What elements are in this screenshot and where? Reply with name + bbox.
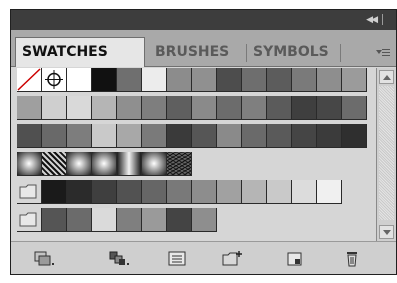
registration-swatch-icon[interactable] — [42, 68, 67, 92]
color-swatch[interactable] — [142, 68, 167, 92]
color-swatch[interactable] — [242, 180, 267, 204]
color-swatch[interactable] — [292, 68, 317, 92]
new-color-group-icon[interactable] — [221, 250, 243, 268]
color-swatch[interactable] — [217, 96, 242, 120]
color-swatch[interactable] — [167, 96, 192, 120]
scroll-down-arrow-icon[interactable] — [379, 225, 394, 239]
swatches-panel: ◀◀ SWATCHES BRUSHES SYMBOLS — [10, 9, 397, 275]
tab-brushes[interactable]: BRUSHES — [149, 38, 247, 66]
color-swatch[interactable] — [217, 124, 242, 148]
color-swatch[interactable] — [167, 208, 192, 232]
color-swatch[interactable] — [292, 180, 317, 204]
double-chevron-left-icon[interactable]: ◀◀ — [366, 15, 378, 25]
swatch-grid — [17, 68, 375, 236]
color-swatch[interactable] — [67, 124, 92, 148]
color-swatch[interactable] — [192, 96, 217, 120]
tab-swatches[interactable]: SWATCHES — [15, 37, 145, 67]
color-swatch[interactable] — [242, 68, 267, 92]
color-swatch[interactable] — [217, 68, 242, 92]
color-swatch[interactable] — [117, 68, 142, 92]
color-swatch[interactable] — [17, 124, 42, 148]
color-swatch[interactable] — [267, 124, 292, 148]
gradient-swatch[interactable] — [117, 152, 142, 176]
color-swatch[interactable] — [67, 208, 92, 232]
color-swatch[interactable] — [142, 180, 167, 204]
color-swatch[interactable] — [92, 208, 117, 232]
color-swatch[interactable] — [42, 124, 67, 148]
color-swatch[interactable] — [17, 96, 42, 120]
tab-symbols[interactable]: SYMBOLS — [247, 38, 341, 66]
color-swatch[interactable] — [92, 68, 117, 92]
color-swatch[interactable] — [42, 96, 67, 120]
tab-divider — [340, 44, 341, 62]
delete-swatch-icon[interactable] — [342, 250, 364, 268]
show-swatch-kinds-icon[interactable] — [108, 250, 130, 268]
none-swatch-icon[interactable] — [17, 68, 42, 92]
pattern-swatch[interactable] — [167, 152, 192, 176]
color-swatch[interactable] — [217, 180, 242, 204]
color-swatch[interactable] — [342, 124, 367, 148]
color-swatch[interactable] — [167, 124, 192, 148]
color-group-folder-icon[interactable] — [17, 208, 42, 232]
gradient-swatch[interactable] — [17, 152, 42, 176]
swatch-libraries-menu-icon[interactable] — [33, 250, 55, 268]
color-swatch[interactable] — [117, 208, 142, 232]
panel-title-bar[interactable]: ◀◀ — [11, 10, 396, 30]
color-swatch[interactable] — [317, 124, 342, 148]
scroll-up-arrow-icon[interactable] — [379, 70, 394, 84]
color-swatch[interactable] — [242, 124, 267, 148]
color-swatch[interactable] — [267, 96, 292, 120]
color-swatch[interactable] — [192, 124, 217, 148]
color-swatch[interactable] — [92, 180, 117, 204]
color-swatch[interactable] — [67, 180, 92, 204]
color-swatch[interactable] — [267, 68, 292, 92]
color-swatch[interactable] — [317, 68, 342, 92]
color-swatch[interactable] — [67, 68, 92, 92]
color-swatch[interactable] — [192, 180, 217, 204]
gradient-swatch[interactable] — [67, 152, 92, 176]
color-swatch[interactable] — [42, 180, 67, 204]
color-swatch[interactable] — [242, 96, 267, 120]
color-swatch[interactable] — [342, 96, 367, 120]
color-swatch[interactable] — [92, 124, 117, 148]
vertical-scrollbar[interactable] — [376, 68, 396, 241]
color-group-folder-icon[interactable] — [17, 180, 42, 204]
color-swatch[interactable] — [92, 96, 117, 120]
panel-bottom-toolbar — [11, 241, 396, 274]
color-swatch[interactable] — [142, 96, 167, 120]
pattern-swatch[interactable] — [42, 152, 67, 176]
panel-tab-bar: SWATCHES BRUSHES SYMBOLS — [11, 30, 396, 67]
color-swatch[interactable] — [192, 208, 217, 232]
color-swatch[interactable] — [67, 96, 92, 120]
color-swatch[interactable] — [342, 68, 367, 92]
color-swatch[interactable] — [317, 96, 342, 120]
gradient-swatch[interactable] — [92, 152, 117, 176]
swatch-options-icon[interactable] — [166, 250, 188, 268]
color-swatch[interactable] — [167, 180, 192, 204]
gradient-swatch[interactable] — [142, 152, 167, 176]
color-swatch[interactable] — [292, 96, 317, 120]
panel-close-icon[interactable] — [382, 14, 391, 25]
color-swatch[interactable] — [117, 180, 142, 204]
color-swatch[interactable] — [142, 124, 167, 148]
color-swatch[interactable] — [117, 96, 142, 120]
panel-menu-icon[interactable] — [376, 48, 390, 58]
color-swatch[interactable] — [142, 208, 167, 232]
color-swatch[interactable] — [317, 180, 342, 204]
scroll-track[interactable] — [379, 86, 394, 220]
color-swatch[interactable] — [117, 124, 142, 148]
color-swatch[interactable] — [292, 124, 317, 148]
color-swatch[interactable] — [267, 180, 292, 204]
new-swatch-icon[interactable] — [284, 250, 306, 268]
color-swatch[interactable] — [192, 68, 217, 92]
color-swatch[interactable] — [167, 68, 192, 92]
color-swatch[interactable] — [42, 208, 67, 232]
